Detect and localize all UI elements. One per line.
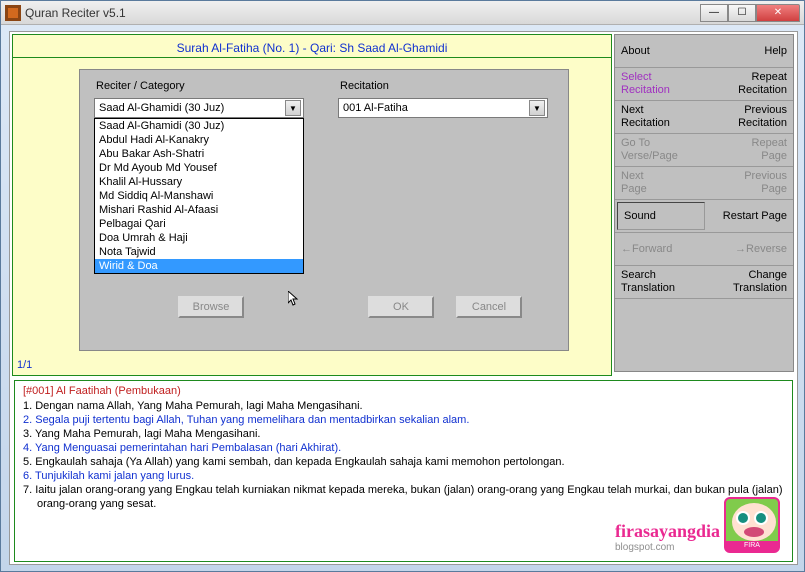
reciter-combo[interactable]: Saad Al-Ghamidi (30 Juz) ▼ <box>94 98 304 118</box>
dropdown-item[interactable]: Abdul Hadi Al-Kanakry <box>95 133 303 147</box>
side-row: NextRecitationPreviousRecitation <box>615 101 793 134</box>
side-cell-right[interactable]: Help <box>704 35 793 67</box>
verse-line: 6. Tunjukilah kami jalan yang lurus. <box>23 469 784 483</box>
watermark-avatar-icon: FIRA <box>724 497 780 553</box>
app-window: Quran Reciter v5.1 — ☐ ✕ Surah Al-Fatiha… <box>0 0 805 572</box>
side-row: Go ToVerse/PageRepeatPage <box>615 134 793 167</box>
side-cell-right[interactable]: RepeatRecitation <box>704 68 793 100</box>
dropdown-item[interactable]: Saad Al-Ghamidi (30 Juz) <box>95 119 303 133</box>
translation-title: [#001] Al Faatihah (Pembukaan) <box>23 385 784 397</box>
page-indicator: 1/1 <box>17 359 32 371</box>
side-cell-left[interactable]: ←Forward <box>615 233 704 265</box>
chevron-down-icon[interactable]: ▼ <box>529 100 545 116</box>
dropdown-item[interactable]: Abu Bakar Ash-Shatri <box>95 147 303 161</box>
selection-panel: Reciter / Category Recitation Saad Al-Gh… <box>79 69 569 351</box>
side-row: ←Forward→Reverse <box>615 233 793 266</box>
content-area: Surah Al-Fatiha (No. 1) - Qari: Sh Saad … <box>9 31 798 565</box>
verse-line: 1. Dengan nama Allah, Yang Maha Pemurah,… <box>23 399 784 413</box>
cancel-button[interactable]: Cancel <box>456 296 522 318</box>
side-cell-left[interactable]: SearchTranslation <box>615 266 704 298</box>
verse-line: 5. Engkaulah sahaja (Ya Allah) yang kami… <box>23 455 784 469</box>
ok-button[interactable]: OK <box>368 296 434 318</box>
maximize-button[interactable]: ☐ <box>728 4 756 22</box>
surah-header: Surah Al-Fatiha (No. 1) - Qari: Sh Saad … <box>13 35 611 58</box>
side-cell-left[interactable]: Sound <box>617 202 705 230</box>
side-pane: AboutHelpSelectRecitationRepeatRecitatio… <box>614 34 794 372</box>
chevron-down-icon[interactable]: ▼ <box>285 100 301 116</box>
window-title: Quran Reciter v5.1 <box>25 6 700 20</box>
side-cell-right[interactable]: Restart Page <box>707 200 793 232</box>
verse-line: 3. Yang Maha Pemurah, lagi Maha Mengasih… <box>23 427 784 441</box>
reciter-label: Reciter / Category <box>96 80 185 92</box>
side-cell-left[interactable]: NextRecitation <box>615 101 704 133</box>
side-cell-left[interactable]: Go ToVerse/Page <box>615 134 704 166</box>
side-cell-right[interactable]: →Reverse <box>704 233 793 265</box>
recitation-combo[interactable]: 001 Al-Fatiha ▼ <box>338 98 548 118</box>
close-button[interactable]: ✕ <box>756 4 800 22</box>
side-cell-left[interactable]: NextPage <box>615 167 704 199</box>
recitation-label: Recitation <box>340 80 389 92</box>
side-row: SelectRecitationRepeatRecitation <box>615 68 793 101</box>
reciter-combo-value: Saad Al-Ghamidi (30 Juz) <box>97 102 285 114</box>
main-pane: Surah Al-Fatiha (No. 1) - Qari: Sh Saad … <box>12 34 612 376</box>
dropdown-item[interactable]: Md Siddiq Al-Manshawi <box>95 189 303 203</box>
watermark-sub: blogspot.com <box>615 542 720 553</box>
app-icon <box>5 5 21 21</box>
side-cell-right[interactable]: PreviousPage <box>704 167 793 199</box>
translation-pane: [#001] Al Faatihah (Pembukaan) 1. Dengan… <box>14 380 793 562</box>
reciter-dropdown[interactable]: Saad Al-Ghamidi (30 Juz)Abdul Hadi Al-Ka… <box>94 118 304 274</box>
minimize-button[interactable]: — <box>700 4 728 22</box>
verse-line: 4. Yang Menguasai pemerintahan hari Pemb… <box>23 441 784 455</box>
side-row: SearchTranslationChangeTranslation <box>615 266 793 299</box>
side-row: NextPagePreviousPage <box>615 167 793 200</box>
side-cell-right[interactable]: RepeatPage <box>704 134 793 166</box>
watermark-text: firasayangdia <box>615 521 720 542</box>
side-cell-right[interactable]: PreviousRecitation <box>704 101 793 133</box>
side-cell-right[interactable]: ChangeTranslation <box>704 266 793 298</box>
verse-line: 2. Segala puji tertentu bagi Allah, Tuha… <box>23 413 784 427</box>
titlebar[interactable]: Quran Reciter v5.1 — ☐ ✕ <box>1 1 804 25</box>
side-row: SoundRestart Page <box>615 200 793 233</box>
dropdown-item[interactable]: Pelbagai Qari <box>95 217 303 231</box>
browse-button[interactable]: Browse <box>178 296 244 318</box>
dropdown-item[interactable]: Nota Tajwid <box>95 245 303 259</box>
watermark: firasayangdia blogspot.com FIRA <box>615 497 780 553</box>
dropdown-item[interactable]: Doa Umrah & Haji <box>95 231 303 245</box>
dropdown-item[interactable]: Mishari Rashid Al-Afaasi <box>95 203 303 217</box>
side-row: AboutHelp <box>615 35 793 68</box>
dropdown-item[interactable]: Wirid & Doa <box>95 259 303 273</box>
dropdown-item[interactable]: Khalil Al-Hussary <box>95 175 303 189</box>
dropdown-item[interactable]: Dr Md Ayoub Md Yousef <box>95 161 303 175</box>
side-cell-left[interactable]: SelectRecitation <box>615 68 704 100</box>
side-cell-left[interactable]: About <box>615 35 704 67</box>
recitation-combo-value: 001 Al-Fatiha <box>341 102 529 114</box>
